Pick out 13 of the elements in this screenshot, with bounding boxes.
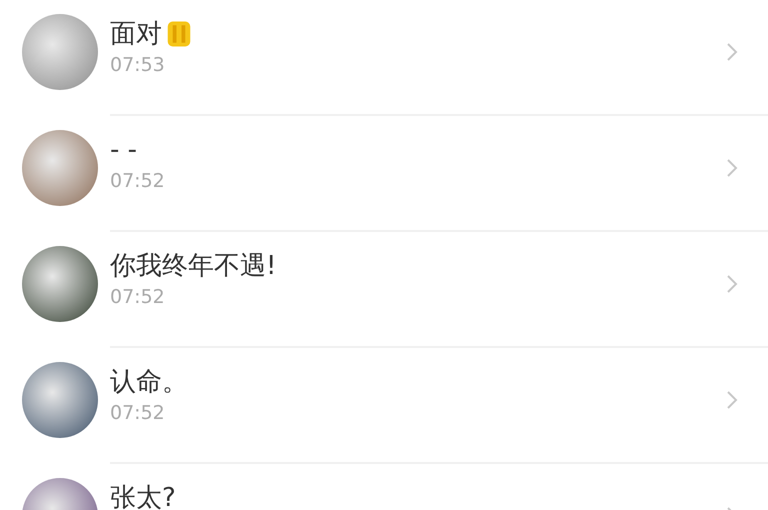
contact-name: 张太?: [110, 482, 176, 510]
chevron-right-icon[interactable]: [726, 390, 738, 410]
message-time: 07:52: [110, 170, 166, 192]
message-time: 07:52: [110, 402, 166, 424]
contact-name: 你我终年不遇!: [110, 250, 276, 282]
chevron-right-icon[interactable]: [726, 42, 738, 62]
contact-name: - -: [110, 134, 138, 166]
message-time: 07:53: [110, 54, 166, 76]
contact-name: 认命。: [110, 366, 188, 398]
chevron-right-icon[interactable]: [726, 274, 738, 294]
chevron-right-icon[interactable]: [726, 158, 738, 178]
contact-name: 面对: [110, 18, 162, 50]
message-time: 07:52: [110, 286, 166, 308]
